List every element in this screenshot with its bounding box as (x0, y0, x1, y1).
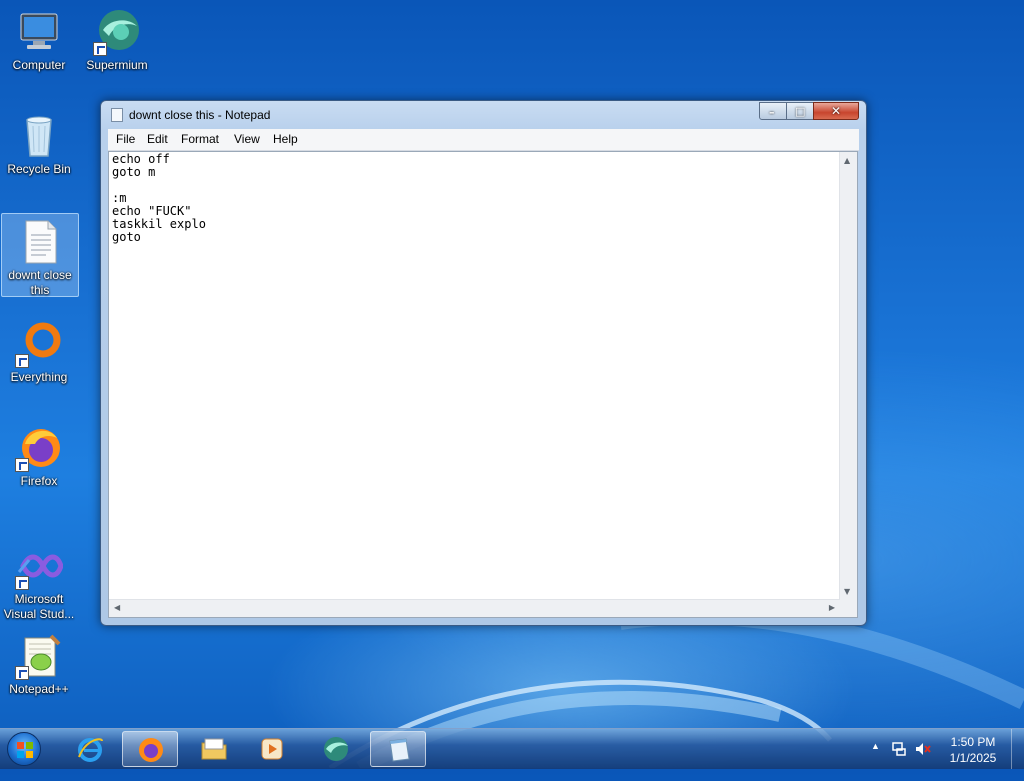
network-icon[interactable] (891, 741, 907, 757)
desktop-icon-label: Recycle Bin (7, 162, 71, 176)
horizontal-scrollbar[interactable]: ◀ ▶ (109, 599, 840, 617)
menu-file[interactable]: File (116, 132, 135, 146)
maximize-button[interactable]: □ (786, 102, 814, 120)
recycle-bin-icon (15, 112, 63, 160)
shortcut-arrow-icon (15, 576, 29, 590)
notepad-icon (111, 108, 123, 122)
clock-time: 1:50 PM (950, 735, 996, 749)
minimize-icon: – (769, 106, 775, 119)
internet-explorer-icon (78, 738, 103, 762)
clock-date: 1/1/2025 (949, 751, 997, 765)
desktop-icon-label: Supermium (86, 58, 148, 72)
notepad-icon (389, 738, 410, 762)
window-titlebar[interactable]: downt close this - Notepad – □ ✕ (101, 101, 866, 129)
text-document-icon (16, 218, 64, 266)
desktop-icon-label: Computer (12, 58, 66, 72)
minimize-button[interactable]: – (759, 102, 787, 120)
firefox-icon (139, 738, 163, 762)
firefox-icon (15, 424, 63, 472)
shortcut-arrow-icon (15, 458, 29, 472)
taskbar-file-explorer[interactable] (186, 731, 242, 767)
taskbar-notepad[interactable] (370, 731, 426, 767)
supermium-icon (324, 737, 348, 761)
computer-icon (15, 8, 63, 56)
menu-view[interactable]: View (234, 132, 260, 146)
desktop-icon-visual-studio[interactable]: Microsoft Visual Stud... (1, 538, 77, 622)
shortcut-arrow-icon (15, 666, 29, 680)
desktop-icon-recycle-bin[interactable]: Recycle Bin (1, 108, 77, 177)
desktop-icon-firefox[interactable]: Firefox (1, 420, 77, 489)
taskbar-firefox[interactable] (122, 731, 178, 767)
taskbar-internet-explorer[interactable] (62, 731, 118, 767)
shortcut-arrow-icon (93, 42, 107, 56)
scrollbar-corner (840, 600, 857, 617)
vertical-scrollbar[interactable]: ▲ ▼ (839, 152, 857, 600)
desktop-icon-computer[interactable]: Computer (1, 4, 77, 73)
notepad-plus-plus-icon (15, 632, 63, 680)
desktop-icon-text-file[interactable]: downt close this (1, 213, 79, 297)
editor-content[interactable]: echo off goto m :m echo "FUCK" taskkil e… (112, 153, 206, 244)
notepad-window[interactable]: downt close this - Notepad – □ ✕ File Ed… (100, 100, 867, 626)
menu-bar: File Edit Format View Help (108, 129, 859, 151)
window-title: downt close this - Notepad (129, 108, 271, 122)
menu-format[interactable]: Format (181, 132, 219, 146)
supermium-icon (93, 8, 141, 56)
desktop-icon-label: Firefox (20, 474, 58, 488)
close-icon: ✕ (831, 104, 842, 118)
menu-edit[interactable]: Edit (147, 132, 168, 146)
desktop-icon-label: Everything (10, 370, 68, 384)
menu-help[interactable]: Help (273, 132, 298, 146)
show-hidden-icons-icon[interactable]: ▲ (871, 741, 880, 781)
taskbar-media-player[interactable] (244, 731, 300, 767)
text-editor[interactable]: echo off goto m :m echo "FUCK" taskkil e… (108, 151, 858, 618)
start-button[interactable] (7, 732, 41, 766)
maximize-icon: □ (795, 105, 806, 118)
taskbar-supermium[interactable] (308, 731, 364, 767)
shortcut-arrow-icon (15, 354, 29, 368)
show-desktop-button[interactable] (1011, 729, 1024, 769)
everything-search-icon (15, 320, 63, 368)
scroll-left-icon[interactable]: ◀ (114, 603, 120, 612)
scroll-right-icon[interactable]: ▶ (829, 603, 835, 612)
desktop-icon-everything[interactable]: Everything (1, 316, 77, 385)
visual-studio-icon (15, 542, 64, 590)
desktop-icon-notepad-plus-plus[interactable]: Notepad++ (1, 628, 77, 697)
desktop-icon-label: Microsoft Visual Stud... (3, 592, 75, 621)
windows-logo-icon (17, 742, 33, 758)
taskbar: ▲ 1:50 PM 1/1/2025 (0, 728, 1024, 769)
desktop-icon-label: Notepad++ (9, 682, 69, 696)
system-clock[interactable]: 1:50 PM 1/1/2025 (936, 734, 1010, 766)
close-button[interactable]: ✕ (813, 102, 859, 120)
scroll-up-icon[interactable]: ▲ (844, 156, 850, 165)
desktop-icon-supermium[interactable]: Supermium (79, 4, 155, 73)
desktop-icon-label: downt close this (8, 268, 72, 297)
media-player-icon (261, 738, 283, 760)
scroll-down-icon[interactable]: ▼ (844, 587, 850, 596)
file-explorer-icon (201, 738, 227, 760)
volume-muted-icon[interactable] (914, 741, 932, 757)
